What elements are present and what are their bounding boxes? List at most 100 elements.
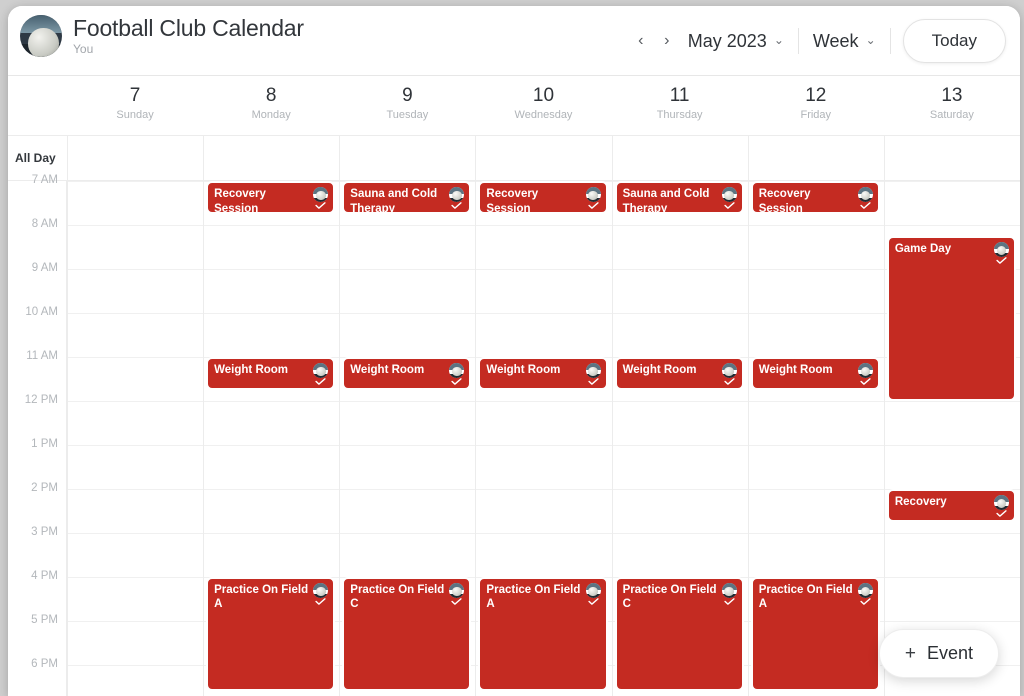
calendar-event[interactable]: Recovery [886, 489, 1016, 522]
all-day-gridline [747, 136, 749, 181]
day-header-tuesday[interactable]: 9 Tuesday [339, 76, 475, 135]
calendar-app: Football Club Calendar You ‹ › May 2023 … [8, 6, 1020, 696]
check-icon [587, 378, 599, 385]
calendar-event[interactable]: Practice On Field A [206, 577, 336, 692]
day-header-wednesday[interactable]: 10 Wednesday [475, 76, 611, 135]
add-event-button[interactable]: + Event [878, 629, 999, 678]
calendar-event[interactable]: Practice On Field A [750, 577, 880, 692]
check-icon [860, 598, 871, 605]
calendar-event[interactable]: Game Day [886, 236, 1016, 401]
chevron-down-icon: ⌄ [865, 33, 876, 47]
day-gridline [67, 181, 68, 696]
app-header: Football Club Calendar You ‹ › May 2023 … [8, 6, 1020, 76]
event-title: Recovery Session [486, 188, 539, 214]
chevron-left-icon[interactable]: ‹ [628, 26, 654, 56]
calendar-event[interactable]: Practice On Field A [478, 577, 608, 692]
events-canvas[interactable]: Recovery Session Sauna and Cold Therapy Re… [67, 181, 1020, 696]
time-label: 12 PM [24, 394, 58, 406]
day-gridline [475, 181, 477, 696]
calendar-event[interactable]: Practice On Field C [342, 577, 472, 692]
football-avatar-icon [721, 363, 737, 378]
event-title: Practice On Field [214, 584, 309, 596]
day-number: 9 [402, 85, 413, 106]
event-title: Recovery [894, 496, 947, 508]
event-title: Weight Room [622, 364, 697, 376]
day-number: 13 [941, 85, 963, 106]
view-label: Week [812, 30, 859, 51]
all-day-gridline [67, 136, 68, 181]
hour-gridline [67, 313, 1020, 314]
check-icon [996, 510, 1007, 517]
day-header-friday[interactable]: 12 Friday [748, 76, 884, 135]
calendar-event[interactable]: Recovery Session [478, 181, 608, 214]
football-avatar-icon [721, 583, 737, 598]
day-number: 11 [669, 85, 690, 106]
football-avatar-icon [313, 187, 329, 202]
day-name: Thursday [656, 109, 703, 121]
event-title: Game Day [894, 243, 952, 255]
day-gridline [203, 181, 205, 696]
all-day-gridline [339, 136, 341, 181]
chevron-right-icon[interactable]: › [654, 26, 680, 56]
calendar-event[interactable]: Weight Room [614, 357, 744, 390]
check-icon [724, 378, 735, 385]
day-name: Tuesday [386, 109, 429, 121]
calendar-event[interactable]: Weight Room [342, 357, 472, 390]
football-avatar-icon [313, 363, 329, 378]
all-day-label: All Day [15, 151, 56, 165]
calendar-grid: All Day 7 AM 8 AM 9 AM 10 AM 11 AM 12 PM 1 PM 2… [8, 136, 1020, 696]
page-subtitle: You [73, 42, 94, 56]
brand: Football Club Calendar You [20, 15, 304, 57]
event-title: Practice On Field [486, 584, 581, 596]
calendar-event[interactable]: Weight Room [206, 357, 336, 390]
day-header-monday[interactable]: 8 Monday [203, 76, 339, 135]
check-icon [996, 257, 1007, 264]
football-avatar-icon [585, 363, 601, 378]
plus-icon: + [904, 643, 916, 664]
calendar-event[interactable]: Recovery Session [206, 181, 336, 214]
event-title: Sauna and Cold Therapy [350, 188, 438, 214]
period-selector[interactable]: May 2023 ⌄ [680, 27, 798, 56]
check-icon [587, 598, 599, 605]
calendar-event[interactable]: Recovery Session [750, 181, 880, 214]
page-title: Football Club Calendar [73, 15, 304, 41]
event-subtitle: A [758, 598, 768, 610]
time-label: 7 AM [31, 174, 58, 186]
check-icon [860, 378, 871, 385]
calendar-event[interactable]: Weight Room [478, 357, 608, 390]
football-avatar-icon [857, 187, 873, 202]
calendar-event[interactable]: Practice On Field C [614, 577, 744, 692]
event-subtitle: A [214, 598, 223, 610]
time-label: 6 PM [31, 658, 58, 670]
header-controls: ‹ › May 2023 ⌄ Week ⌄ Today [628, 6, 1006, 76]
calendar-event[interactable]: Weight Room [750, 357, 880, 390]
day-number: 12 [805, 85, 827, 106]
football-avatar-icon [449, 187, 465, 202]
time-label: 10 AM [25, 306, 58, 318]
hour-gridline [67, 401, 1020, 402]
time-label: 11 AM [26, 350, 58, 362]
check-icon [451, 202, 463, 209]
time-label: 8 AM [31, 218, 58, 230]
calendar-event[interactable]: Sauna and Cold Therapy [614, 181, 744, 214]
event-title: Weight Room [758, 364, 833, 376]
day-header-sunday[interactable]: 7 Sunday [67, 76, 203, 135]
check-icon [587, 202, 599, 209]
day-gridline [883, 181, 885, 696]
day-number: 7 [129, 85, 141, 106]
football-avatar-icon [585, 583, 601, 598]
calendar-event[interactable]: Sauna and Cold Therapy [342, 181, 472, 214]
view-selector[interactable]: Week ⌄ [799, 27, 890, 56]
football-avatar-icon [857, 583, 873, 598]
all-day-row[interactable]: All Day [8, 136, 1020, 181]
day-header-saturday[interactable]: 13 Saturday [884, 76, 1020, 135]
check-icon [451, 378, 463, 385]
day-header-thursday[interactable]: 11 Thursday [612, 76, 748, 135]
today-button[interactable]: Today [902, 19, 1006, 63]
day-header-gutter [8, 76, 67, 135]
all-day-gridline [611, 136, 613, 181]
hour-gridline [67, 225, 1020, 226]
event-title: Recovery Session [758, 188, 811, 214]
day-number: 8 [265, 85, 277, 106]
day-name: Wednesday [514, 109, 573, 121]
